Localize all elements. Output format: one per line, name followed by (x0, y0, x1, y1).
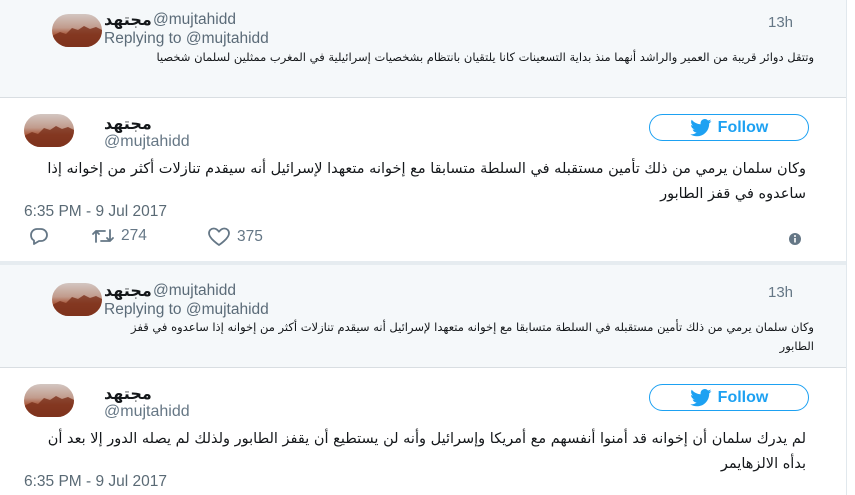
tweet-timestamp[interactable]: 6:35 PM - 9 Jul 2017 (24, 473, 167, 491)
author-name[interactable]: مجتهد (104, 384, 152, 404)
tweet-time[interactable]: 13h (768, 14, 793, 31)
author-name[interactable]: مجتهد (104, 114, 152, 134)
tweet-time[interactable]: 13h (768, 284, 793, 301)
tweet-timestamp[interactable]: 6:35 PM - 9 Jul 2017 (24, 203, 167, 221)
divider (0, 367, 846, 368)
reply-button[interactable] (28, 227, 50, 245)
author-handle[interactable]: @mujtahidd (153, 282, 236, 300)
tweet-text: وكان سلمان يرمي من ذلك تأمين مستقبله في … (131, 320, 814, 353)
avatar[interactable] (52, 14, 102, 47)
tweet-info-button[interactable] (788, 232, 802, 251)
author-handle[interactable]: @mujtahidd (104, 403, 190, 421)
author-handle[interactable]: @mujtahidd (104, 133, 190, 151)
tweet-text: وكان سلمان يرمي من ذلك تأمين مستقبله في … (47, 161, 806, 202)
replying-to[interactable]: Replying to @mujtahidd (104, 30, 269, 48)
like-button[interactable]: 375 (207, 227, 263, 247)
info-icon (789, 233, 801, 245)
twitter-bird-icon (689, 388, 712, 406)
retweet-count: 274 (121, 227, 147, 244)
follow-button[interactable]: Follow (649, 384, 809, 411)
follow-label: Follow (717, 388, 769, 406)
tweet-text: لم يدرك سلمان أن إخوانه قد أمنوا أنفسهم … (47, 431, 806, 472)
author-name[interactable]: مجتهد (104, 281, 152, 301)
author-name[interactable]: مجتهد (104, 10, 152, 30)
retweet-button[interactable]: 274 (91, 227, 147, 245)
retweet-icon (92, 229, 114, 243)
follow-button[interactable]: Follow (649, 114, 809, 141)
avatar[interactable] (24, 114, 74, 147)
tweet-text: وتتقل دوائر قريبة من العمير والراشد أنهم… (156, 50, 814, 64)
avatar[interactable] (24, 384, 74, 417)
reply-icon (30, 228, 48, 245)
like-count: 375 (237, 228, 263, 245)
replying-to[interactable]: Replying to @mujtahidd (104, 301, 269, 319)
twitter-bird-icon (689, 118, 712, 136)
scroll-edge (846, 0, 847, 495)
heart-icon (208, 227, 230, 246)
author-handle[interactable]: @mujtahidd (153, 11, 236, 29)
divider (0, 97, 846, 98)
follow-label: Follow (717, 118, 769, 136)
avatar[interactable] (52, 283, 102, 316)
